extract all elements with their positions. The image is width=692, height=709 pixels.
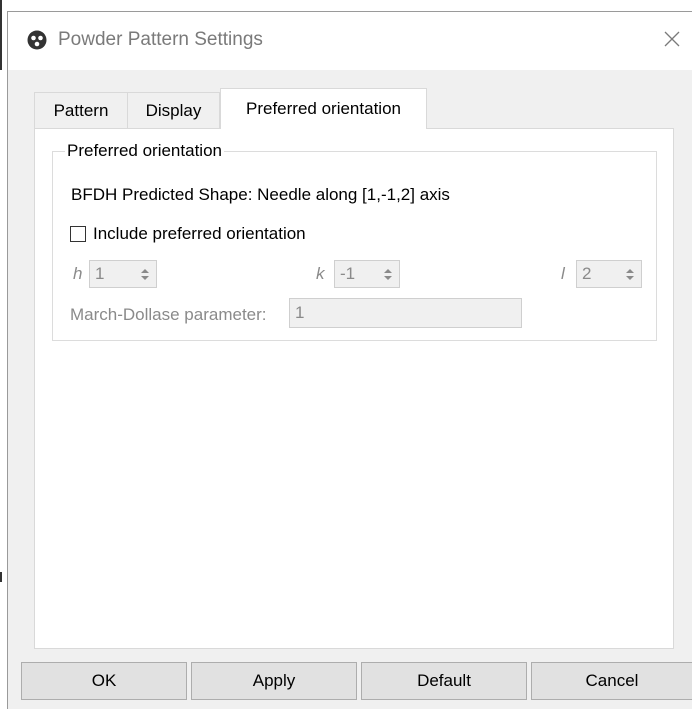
window-title: Powder Pattern Settings	[58, 29, 263, 50]
h-spin-arrows[interactable]	[137, 263, 153, 285]
k-label: k	[316, 264, 325, 283]
tab-preferred-orientation-label: Preferred orientation	[246, 99, 401, 118]
march-dollase-label: March-Dollase parameter:	[70, 305, 267, 324]
spin-up-icon	[384, 268, 392, 273]
k-value: -1	[340, 264, 356, 283]
preferred-orientation-group: Preferred orientation BFDH Predicted Sha…	[52, 141, 657, 341]
l-label: l	[561, 264, 565, 283]
app-logo-icon	[27, 30, 47, 50]
march-dollase-input[interactable]: 1	[289, 298, 522, 328]
k-spinbox[interactable]: -1	[334, 260, 400, 288]
close-button[interactable]	[657, 24, 687, 54]
tab-pattern-label: Pattern	[53, 100, 109, 120]
l-spin-arrows[interactable]	[622, 263, 638, 285]
bfdh-shape-text: BFDH Predicted Shape: Needle along [1,-1…	[71, 185, 450, 204]
tab-pattern[interactable]: Pattern	[34, 92, 128, 128]
close-icon	[664, 31, 680, 47]
apply-button[interactable]: Apply	[191, 662, 357, 700]
h-spinbox[interactable]: 1	[89, 260, 157, 288]
h-label: h	[73, 264, 83, 283]
ok-button[interactable]: OK	[21, 662, 187, 700]
window-edge-mark	[0, 572, 2, 582]
include-preferred-orientation-row[interactable]: Include preferred orientation	[70, 223, 306, 245]
h-value: 1	[95, 264, 105, 283]
spin-down-icon	[384, 275, 392, 280]
window-edge-mark	[0, 0, 2, 70]
spin-down-icon	[141, 275, 149, 280]
title-bar: Powder Pattern Settings	[8, 12, 692, 70]
include-preferred-orientation-label: Include preferred orientation	[93, 224, 306, 243]
spin-up-icon	[141, 268, 149, 273]
tab-display-label: Display	[145, 100, 202, 120]
group-title: Preferred orientation	[65, 141, 224, 161]
powder-pattern-settings-dialog: Powder Pattern Settings Pattern Display …	[7, 11, 692, 709]
tab-display[interactable]: Display	[127, 92, 220, 128]
include-preferred-orientation-checkbox[interactable]	[70, 226, 86, 242]
tab-preferred-orientation[interactable]: Preferred orientation	[220, 88, 427, 129]
dialog-button-bar: OK Apply Default Cancel	[8, 662, 692, 702]
spin-down-icon	[626, 275, 634, 280]
default-button[interactable]: Default	[361, 662, 527, 700]
spin-up-icon	[626, 268, 634, 273]
cancel-button[interactable]: Cancel	[531, 662, 692, 700]
l-value: 2	[582, 264, 592, 283]
tab-panel: Preferred orientation BFDH Predicted Sha…	[34, 128, 674, 649]
l-spinbox[interactable]: 2	[576, 260, 642, 288]
k-spin-arrows[interactable]	[380, 263, 396, 285]
